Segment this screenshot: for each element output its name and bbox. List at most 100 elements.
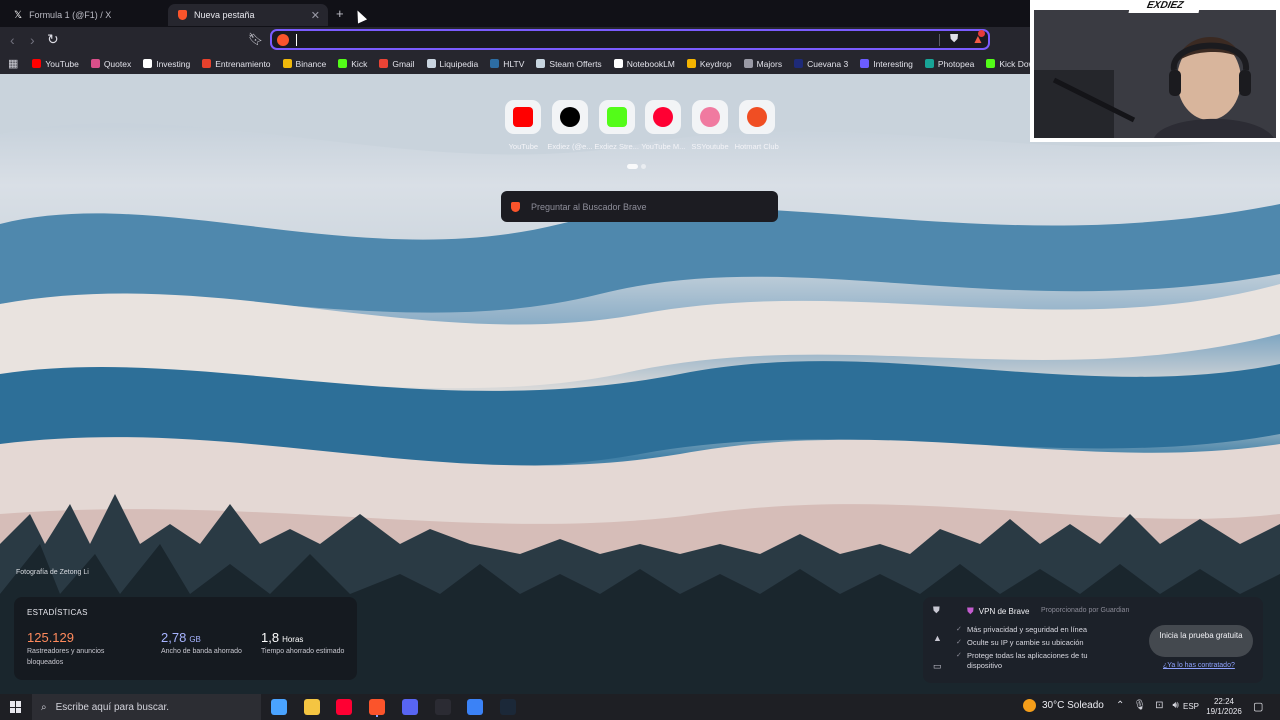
copilot-app-icon[interactable] [271,699,287,715]
top-site-tile[interactable]: SSYoutube [687,100,734,151]
top-site-tile[interactable]: Exdiez Stre... [593,100,640,151]
brave-rewards-icon[interactable]: ▲ [972,30,985,46]
top-site-tile-box [692,100,729,134]
top-site-tile[interactable]: YouTube M... [640,100,687,151]
start-free-trial-button[interactable]: Inicia la prueba gratuita [1149,625,1253,657]
stat-label: Ancho de banda ahorrado [161,648,242,655]
forward-button[interactable]: › [30,32,35,48]
top-site-tile-box [645,100,682,134]
brave-search-icon [277,34,289,46]
pager-dot[interactable] [641,164,646,169]
bookmark-label: Investing [156,58,191,69]
stat-value: 1,8 [261,630,280,645]
youtube-music-app-icon[interactable] [336,699,352,715]
bookmark-item[interactable]: NotebookLM [613,59,675,69]
bookmark-favicon-icon [32,59,42,68]
bookmark-favicon-icon [794,59,804,68]
bookmark-item[interactable]: Liquipedia [426,59,478,69]
bookmark-favicon-icon [202,59,212,68]
bookmark-item[interactable]: Kick [338,59,367,69]
bookmark-favicon-icon [536,59,546,68]
vpn-title-text: VPN de Brave [978,607,1030,616]
stat-bandwidth: 2,78 GB Ancho de banda ahorrado [161,630,253,657]
discord-app-icon[interactable] [402,699,418,715]
bookmark-item[interactable]: HLTV [490,59,524,69]
bookmark-item[interactable]: Kick Download [986,59,1030,69]
vpn-app-icon[interactable] [467,699,483,715]
rewards-triangle-icon[interactable]: ▲ [933,633,942,643]
already-subscribed-link[interactable]: ¿Ya lo has contratado? [1163,662,1235,669]
chevron-up-icon[interactable]: ⌃ [1116,700,1124,711]
notifications-icon[interactable]: ▢ [1253,700,1263,713]
back-button[interactable]: ‹ [10,32,15,48]
brave-app-icon[interactable] [369,699,385,715]
camera-icon[interactable]: ▭ [933,661,942,672]
bookmarks-bar: ▦ YouTube Quotex Investing Entrenamiento Bin… [0,53,1030,74]
clock[interactable]: 22:24 19/1/2026 [1204,697,1244,717]
webcam-video [1034,10,1276,138]
top-site-label: YouTube [508,142,539,151]
steam-app-icon[interactable] [500,699,516,715]
weather-widget[interactable]: 30°C Soleado [1023,699,1104,712]
top-site-tile[interactable]: Exdiez (@e... [547,100,594,151]
new-tab-button[interactable]: + [336,6,344,21]
bookmark-favicon-icon [426,59,436,68]
top-site-tile[interactable]: Hotmart Club [733,100,780,151]
vpn-feature: Protege todas las aplicaciones de tu dis… [956,651,1107,671]
apps-grid-icon[interactable]: ▦ [8,57,18,70]
top-sites-pager [627,164,646,169]
network-icon[interactable]: ⊡ [1155,700,1163,711]
bookmark-item[interactable]: Cuevana 3 [794,59,848,69]
bookmark-item[interactable]: Interesting [860,59,913,69]
stat-label: Rastreadores y anuncios bloqueados [27,648,105,666]
top-site-tile[interactable]: YouTube [500,100,547,151]
bookmark-item[interactable]: Gmail [379,59,415,69]
bookmark-favicon-icon [490,59,500,68]
search-icon: ⌕ [41,701,47,713]
stat-label: Tiempo ahorrado estimado [261,648,345,655]
obs-app-icon[interactable] [435,699,451,715]
bookmark-item[interactable]: Steam Offerts [536,59,602,69]
bookmark-item[interactable]: Investing [143,59,190,69]
close-tab-icon[interactable]: ✕ [311,9,320,22]
address-bar[interactable]: ⛊ ▲ [270,29,990,50]
microphone-icon[interactable]: 🎙︎ [1133,700,1146,711]
bookmark-item[interactable]: YouTube [32,59,79,69]
shield-icon[interactable]: ⛊ [933,605,940,616]
tab-formula1[interactable]: 𝕏 Formula 1 (@F1) / X [4,4,164,26]
bookmark-label: Photopea [937,58,975,69]
bookmark-label: Majors [756,58,783,69]
volume-icon[interactable]: 🔊︎ [1172,700,1178,711]
brave-search-box[interactable]: Preguntar al Buscador Brave [501,191,778,222]
reload-button[interactable]: ↻ [47,31,59,48]
taskbar-search[interactable]: ⌕ Escribe aquí para buscar. [32,694,261,720]
browser-toolbar: ‹ › ↻ 🔖︎ ⛊ ▲ [0,27,1030,53]
brave-shields-icon[interactable]: ⛊ [950,33,958,46]
mouse-cursor-icon [352,8,368,24]
windows-start-icon[interactable] [10,701,22,713]
photo-credit[interactable]: Fotografía de Zetong Li [16,569,89,576]
bookmark-item[interactable]: Quotex [90,59,131,69]
weather-text: 30°C Soleado [1042,700,1104,711]
top-site-tile-box [598,100,635,134]
bookmark-label: Interesting [873,58,913,69]
bookmark-icon[interactable]: 🔖︎ [248,32,263,46]
bookmark-label: Binance [295,58,327,69]
search-placeholder: Preguntar al Buscador Brave [531,201,647,212]
youtube-icon [513,107,534,127]
language-indicator[interactable]: ESP [1183,702,1199,711]
bookmark-item[interactable]: Photopea [924,58,975,69]
bookmark-item[interactable]: Keydrop [686,59,732,69]
bookmark-item[interactable]: Entrenamiento [202,59,271,69]
top-site-label: YouTube M... [641,142,686,151]
top-sites: YouTube Exdiez (@e... Exdiez Stre... YouTub… [500,100,780,151]
bookmark-label: HLTV [503,58,525,69]
pager-dot-active[interactable] [627,164,638,169]
stats-card: ESTADÍSTICAS 125.129 Rastreadores y anun… [14,597,357,680]
text-caret [296,34,297,46]
bookmark-item[interactable]: Majors [743,58,783,69]
tab-new-tab[interactable]: Nueva pestaña ✕ [168,4,328,26]
stat-trackers: 125.129 Rastreadores y anuncios bloquead… [27,630,119,668]
bookmark-item[interactable]: Binance [282,58,327,69]
file-explorer-app-icon[interactable] [304,699,320,715]
